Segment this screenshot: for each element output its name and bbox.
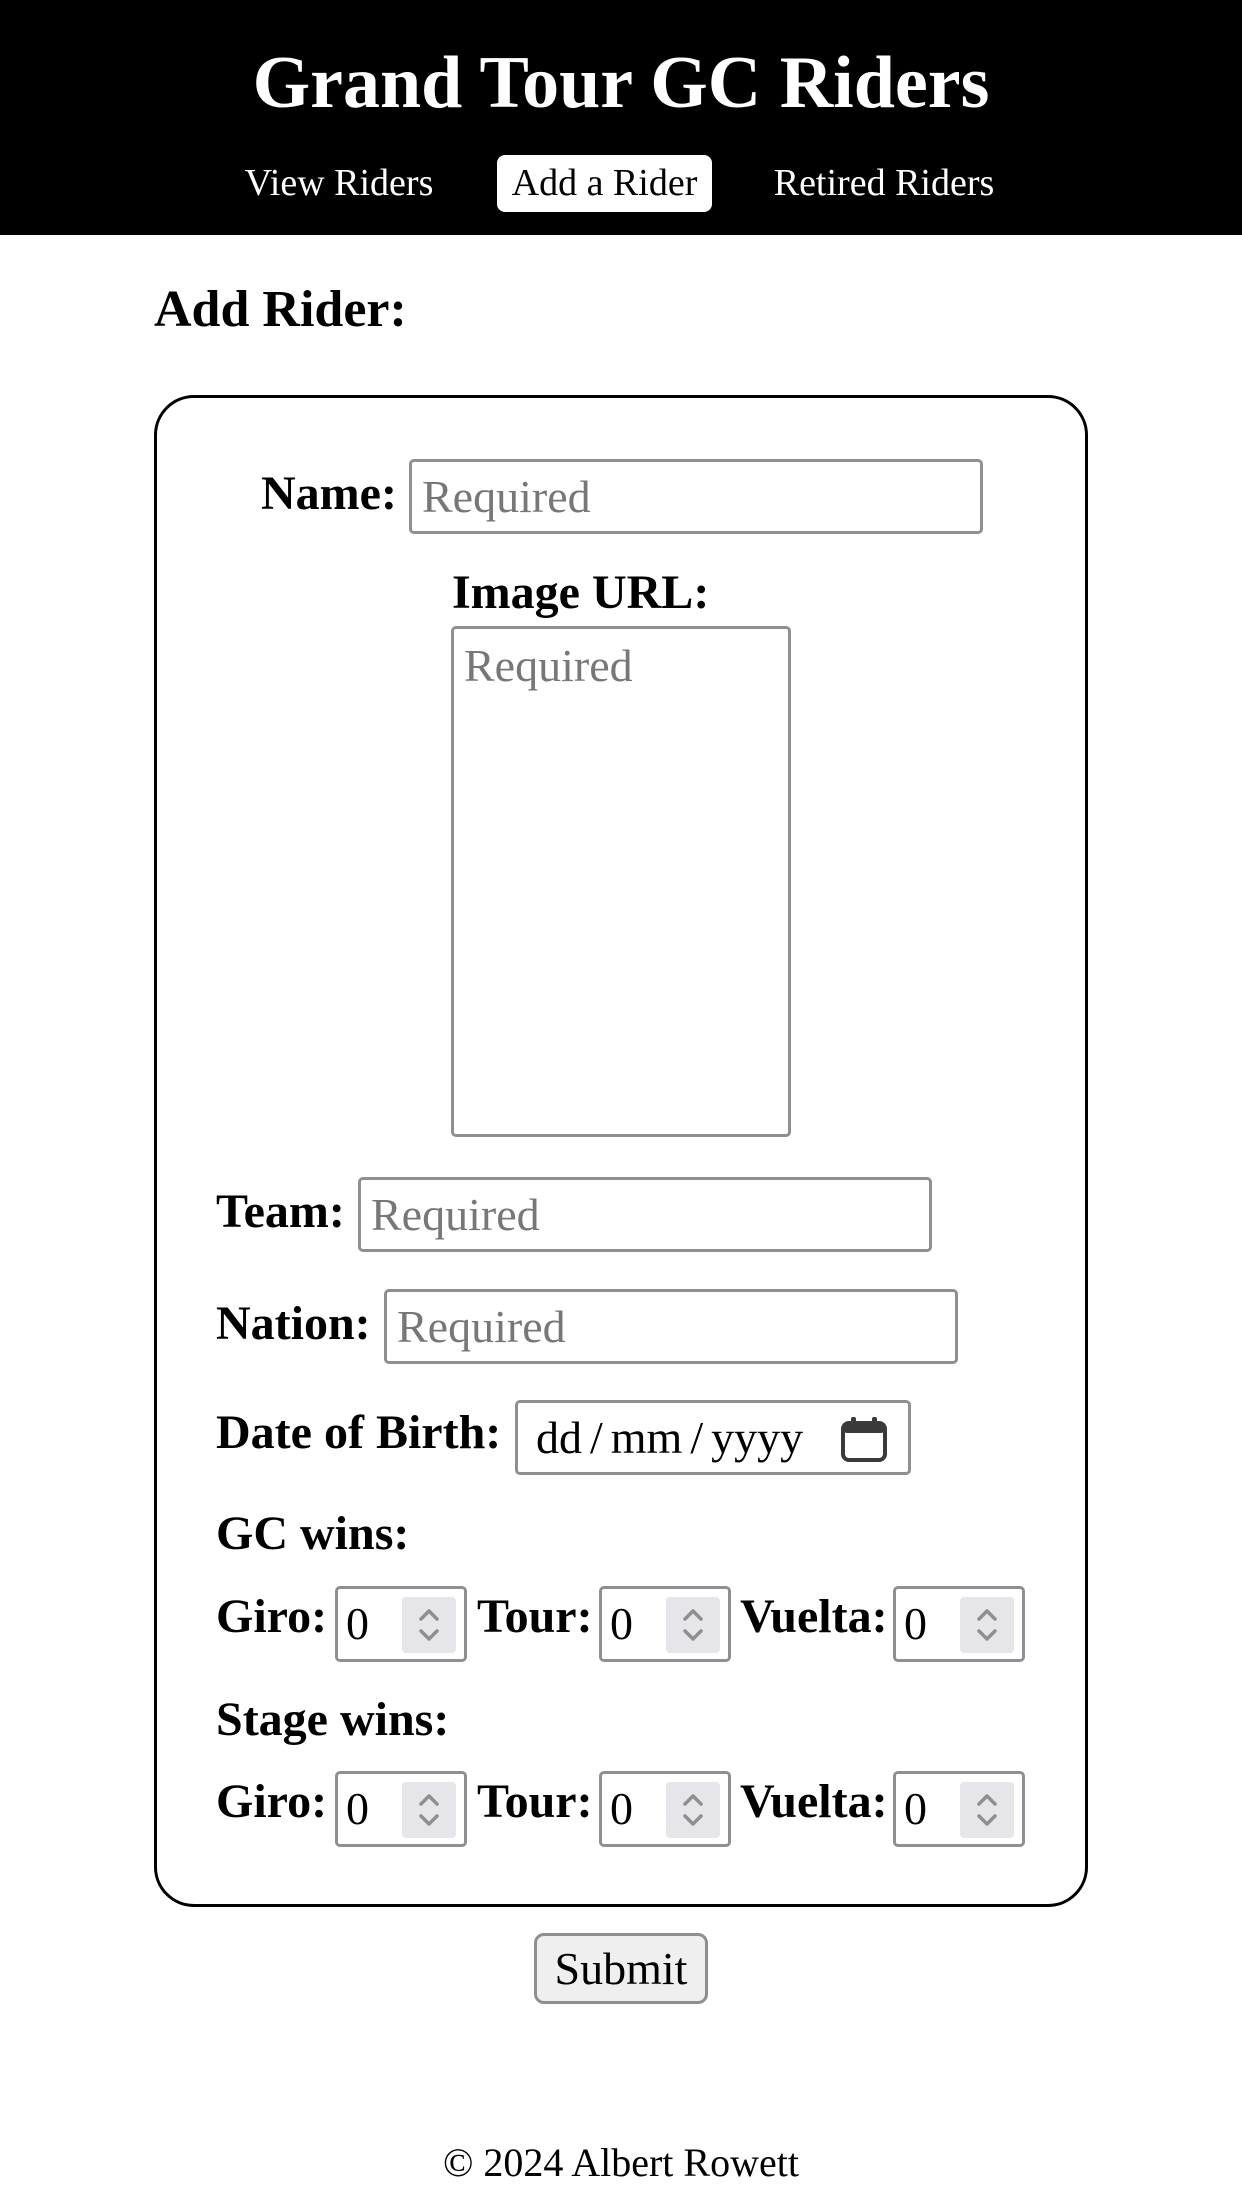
stage-wins-heading: Stage wins: <box>216 1693 450 1746</box>
stage-vuelta-input[interactable]: 0 <box>893 1771 1025 1847</box>
name-label: Name: <box>261 467 397 520</box>
name-input[interactable] <box>409 459 983 534</box>
submit-button[interactable]: Submit <box>534 1933 708 2004</box>
site-title: Grand Tour GC Riders <box>252 42 990 124</box>
page-title: Add Rider: <box>154 281 407 338</box>
stage-tour-input[interactable]: 0 <box>599 1771 731 1847</box>
nation-input[interactable] <box>384 1289 958 1364</box>
chevron-up-down-icon[interactable] <box>402 1597 456 1653</box>
dob-sep: / <box>690 1412 704 1463</box>
site-header: Grand Tour GC Riders View Riders Add a R… <box>0 0 1242 235</box>
chevron-up-down-icon[interactable] <box>960 1597 1014 1653</box>
chevron-up-down-icon[interactable] <box>960 1782 1014 1838</box>
dob-input[interactable]: dd / mm / yyyy <box>515 1400 911 1475</box>
team-input[interactable] <box>358 1177 932 1252</box>
image-url-label: Image URL: <box>452 566 710 619</box>
gc-giro-label: Giro: <box>216 1590 328 1643</box>
gc-vuelta-input[interactable]: 0 <box>893 1586 1025 1662</box>
footer-copyright: © 2024 Albert Rowett <box>443 2140 799 2185</box>
calendar-icon[interactable] <box>840 1415 888 1463</box>
stage-vuelta-label: Vuelta: <box>740 1775 888 1828</box>
nav-retired-riders[interactable]: Retired Riders <box>764 155 1004 212</box>
stage-tour-value: 0 <box>610 1783 633 1834</box>
gc-vuelta-value: 0 <box>904 1598 927 1649</box>
gc-giro-value: 0 <box>346 1598 369 1649</box>
nav-add-rider[interactable]: Add a Rider <box>497 155 712 212</box>
gc-giro-input[interactable]: 0 <box>335 1586 467 1662</box>
stage-giro-input[interactable]: 0 <box>335 1771 467 1847</box>
add-rider-form: Name: Image URL: Team: Nation: Date of B… <box>154 395 1088 1907</box>
gc-tour-value: 0 <box>610 1598 633 1649</box>
stage-vuelta-value: 0 <box>904 1783 927 1834</box>
dob-month[interactable]: mm <box>611 1411 683 1464</box>
dob-day[interactable]: dd <box>536 1411 582 1464</box>
gc-tour-input[interactable]: 0 <box>599 1586 731 1662</box>
team-label: Team: <box>216 1185 345 1238</box>
nav-view-riders[interactable]: View Riders <box>234 155 444 212</box>
chevron-up-down-icon[interactable] <box>402 1782 456 1838</box>
gc-vuelta-label: Vuelta: <box>740 1590 888 1643</box>
chevron-up-down-icon[interactable] <box>666 1782 720 1838</box>
gc-tour-label: Tour: <box>477 1590 593 1643</box>
stage-giro-label: Giro: <box>216 1775 328 1828</box>
image-url-input[interactable] <box>451 626 791 1137</box>
dob-label: Date of Birth: <box>216 1406 502 1459</box>
nation-label: Nation: <box>216 1297 371 1350</box>
stage-giro-value: 0 <box>346 1783 369 1834</box>
chevron-up-down-icon[interactable] <box>666 1597 720 1653</box>
stage-tour-label: Tour: <box>477 1775 593 1828</box>
dob-sep: / <box>590 1412 603 1463</box>
gc-wins-heading: GC wins: <box>216 1507 410 1560</box>
dob-year[interactable]: yyyy <box>711 1411 803 1464</box>
